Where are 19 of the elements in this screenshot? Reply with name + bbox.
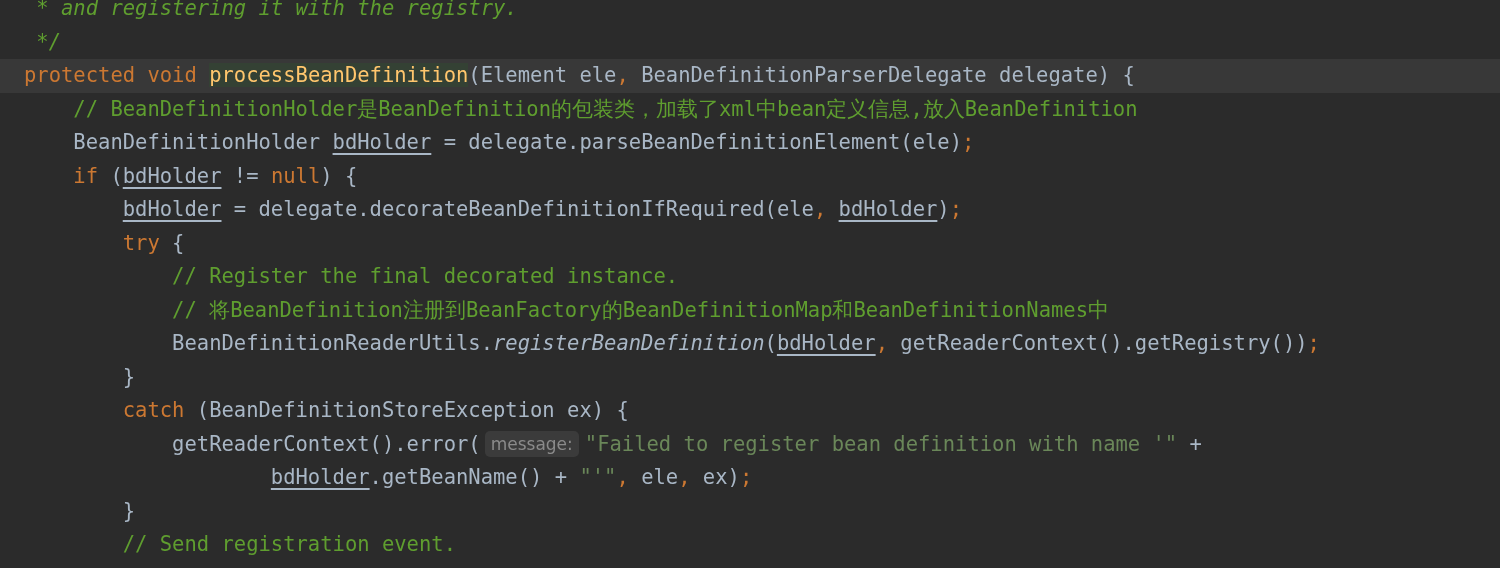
code-comment: // Register the final decorated instance.: [171, 263, 679, 290]
code-line: protected void processBeanDefinition(Element ele, BeanDefinitionParserDelegate delegate) {: [24, 62, 1135, 89]
code-line: }: [121, 363, 136, 391]
code-line: BeanDefinitionReaderUtils.registerBeanDefinition(bdHolder, getReaderContext().getRegistry());: [171, 330, 1320, 357]
code-line: bdHolder = delegate.decorateBeanDefinitionIfRequired(ele, bdHolder);: [121, 196, 963, 223]
code-line: bdHolder.getBeanName() + "'", ele, ex);: [269, 464, 753, 491]
code-comment: * and registering it with the registry.: [35, 0, 518, 22]
code-line: if (bdHolder != null) {: [72, 162, 358, 190]
code-comment: // BeanDefinitionHolder是BeanDefinition的包装类，加载了xml中bean定义信息,放入BeanDefinition: [72, 95, 1138, 123]
code-line: }: [121, 497, 136, 525]
code-text: getReaderContext().error(: [171, 430, 481, 458]
parameter-hint: message:: [484, 431, 579, 458]
code-text: "Failed to register bean definition with name '" +: [584, 430, 1202, 458]
code-comment: // 将BeanDefinition注册到BeanFactory的BeanDefinitionMap和BeanDefinitionNames中: [171, 296, 1109, 324]
code-line: BeanDefinitionHolder bdHolder = delegate.parseBeanDefinitionElement(ele);: [72, 129, 975, 156]
code-line: catch (BeanDefinitionStoreException ex) {: [121, 397, 629, 424]
code-line: try {: [121, 229, 185, 257]
code-comment: // Send registration event.: [121, 531, 456, 558]
code-comment: */: [35, 28, 62, 56]
